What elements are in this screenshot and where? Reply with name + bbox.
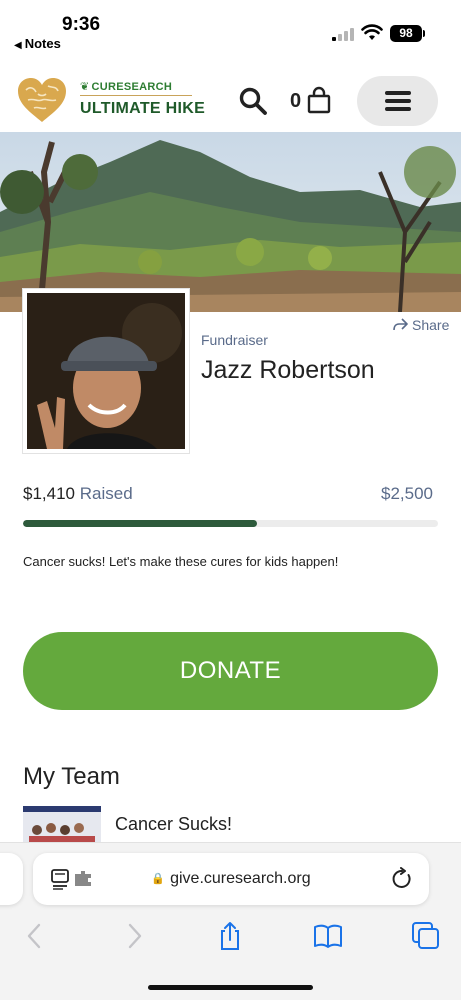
site-header: ❦ CURESEARCH ULTIMATE HIKE 0 <box>0 62 461 132</box>
heart-logo-icon[interactable] <box>16 76 68 124</box>
menu-button[interactable] <box>357 76 438 126</box>
share-button[interactable]: Share <box>392 317 449 333</box>
url-display[interactable]: 🔒 give.curesearch.org <box>33 870 429 888</box>
team-photo[interactable] <box>23 806 101 846</box>
brand-curesearch: ❦ CURESEARCH <box>80 80 172 93</box>
signal-icon <box>332 28 354 41</box>
raised-amount: $1,410 <box>23 484 75 503</box>
leaf-icon: ❦ <box>80 81 90 93</box>
fundraiser-message: Cancer sucks! Let's make these cures for… <box>23 554 339 569</box>
lock-icon: 🔒 <box>151 873 166 885</box>
back-label: Notes <box>24 36 61 51</box>
menu-icon-bar <box>385 99 411 103</box>
tabs-icon[interactable] <box>411 921 441 951</box>
address-bar[interactable]: 🔒 give.curesearch.org <box>33 853 429 905</box>
menu-icon <box>385 91 411 95</box>
profile-role: Fundraiser <box>201 332 268 348</box>
team-name[interactable]: Cancer Sucks! <box>115 814 232 835</box>
forward-arrow-icon[interactable] <box>119 921 149 951</box>
brand-ultimate-hike: ULTIMATE HIKE <box>80 100 206 117</box>
hero-mountain-image <box>0 132 461 312</box>
battery-nub <box>423 30 425 37</box>
profile-photo <box>27 293 185 449</box>
profile-name: Jazz Robertson <box>201 356 375 384</box>
status-bar: 9:36 ◀ Notes 98 <box>0 0 461 62</box>
wifi-icon <box>361 24 383 40</box>
reload-icon[interactable] <box>391 867 413 891</box>
menu-icon-bar <box>385 107 411 111</box>
share-label: Share <box>412 317 450 333</box>
raised-amount-line: $1,410 Raised <box>23 484 133 504</box>
share-icon <box>393 318 408 331</box>
back-triangle-icon: ◀ <box>14 40 22 51</box>
battery-indicator: 98 <box>390 25 422 42</box>
cart-icon[interactable] <box>307 86 331 114</box>
back-to-notes[interactable]: ◀ Notes <box>14 36 61 51</box>
search-icon[interactable] <box>238 86 268 116</box>
home-indicator <box>148 985 313 990</box>
share-sheet-icon[interactable] <box>215 921 245 951</box>
status-time: 9:36 <box>62 14 101 35</box>
bookmarks-icon[interactable] <box>313 921 343 951</box>
previous-tab-peek[interactable] <box>0 853 23 905</box>
raised-label: Raised <box>79 484 133 503</box>
cart-count[interactable]: 0 <box>290 90 301 113</box>
brand-small-text: CURESEARCH <box>91 81 173 93</box>
back-arrow-icon[interactable] <box>20 921 50 951</box>
url-text: give.curesearch.org <box>170 870 311 887</box>
goal-amount: $2,500 <box>381 484 433 503</box>
progress-fill <box>23 520 258 527</box>
team-heading: My Team <box>23 763 120 790</box>
progress-bar <box>23 520 438 527</box>
profile-photo-frame <box>22 288 190 454</box>
donate-button[interactable]: DONATE <box>23 632 438 710</box>
browser-toolbar: 🔒 give.curesearch.org <box>0 842 461 1000</box>
brand-divider <box>80 95 192 96</box>
